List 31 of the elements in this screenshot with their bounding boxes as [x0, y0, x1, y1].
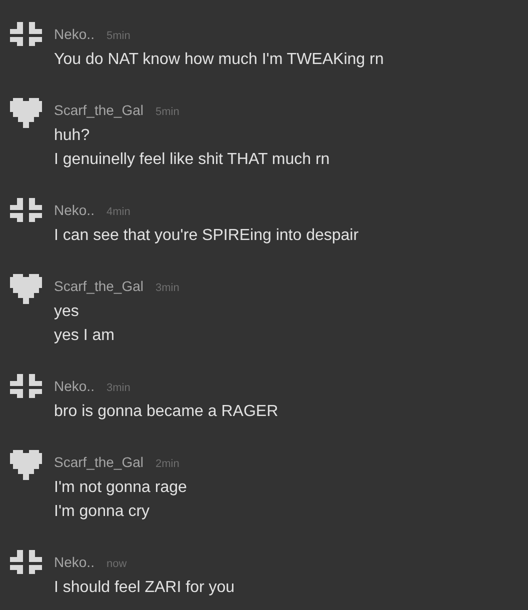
avatar-icon	[10, 198, 42, 222]
avatar-icon	[10, 374, 42, 398]
message-time: 5min	[106, 30, 130, 42]
message-text: I'm not gonna rage	[54, 478, 187, 498]
message-time: 4min	[106, 206, 130, 218]
message-text: huh?	[54, 126, 91, 146]
message-text: You do NAT know how much I'm TWEAKing rn	[54, 50, 384, 70]
heart-icon	[10, 274, 42, 304]
author-name[interactable]: Neko..	[54, 554, 94, 570]
message-text: I can see that you're SPIREing into despair	[54, 226, 359, 246]
message-text: I genuinelly feel like shit THAT much rn	[54, 150, 330, 170]
author-name[interactable]: Neko..	[54, 378, 94, 394]
message-text: yes I am	[54, 326, 116, 346]
author-name[interactable]: Scarf_the_Gal	[54, 454, 144, 470]
avatar-icon	[10, 22, 42, 46]
author-name[interactable]: Neko..	[54, 202, 94, 218]
message-time: 2min	[156, 458, 180, 470]
message-time: now	[106, 558, 127, 570]
avatar-icon	[10, 550, 42, 574]
heart-icon	[10, 98, 42, 128]
author-name[interactable]: Neko..	[54, 26, 94, 42]
author-name[interactable]: Scarf_the_Gal	[54, 278, 144, 294]
message-text: I'm gonna cry	[54, 502, 151, 522]
message-time: 3min	[156, 282, 180, 294]
message-text: I should feel ZARI for you	[54, 578, 235, 598]
heart-icon	[10, 450, 42, 480]
message-text: bro is gonna became a RAGER	[54, 402, 278, 422]
author-name[interactable]: Scarf_the_Gal	[54, 102, 144, 118]
message-time: 5min	[156, 106, 180, 118]
message-text: yes	[54, 302, 80, 322]
message-time: 3min	[106, 382, 130, 394]
